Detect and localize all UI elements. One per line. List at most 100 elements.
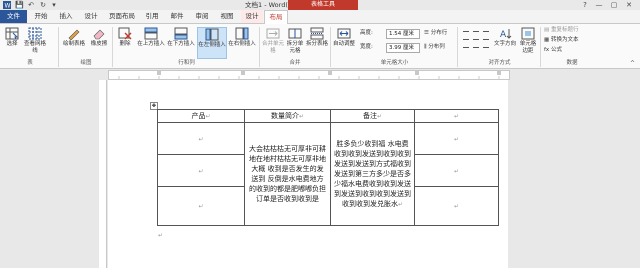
distribute-columns-label: 分布列 [428,44,445,50]
insert-left-button[interactable]: 在左侧插入 [197,27,227,59]
merge-cells-icon [266,28,280,39]
tab-mailings[interactable]: 邮件 [166,10,188,23]
delete-button[interactable]: 删除 [115,27,135,57]
group-separator [540,27,541,67]
distribute-rows-icon: ☰ [424,30,431,36]
undo-icon[interactable]: ↶ [27,1,35,9]
group-label-cell-size: 单元格大小 [380,60,409,66]
view-gridlines-button[interactable]: 查看网格线 [23,27,47,57]
svg-text:A: A [500,30,507,40]
text-direction-icon: A [500,29,512,40]
insert-above-label: 在上方插入 [137,41,165,47]
distribute-rows-button[interactable]: ☰ 分布行 [424,29,447,38]
document-table[interactable]: 产品↵ 数量简介↵ 备注↵ ↵ ↵ 大会枯枯枯无可厚非可耕地在地村枯枯无可厚非地… [157,109,499,226]
remarks-cell[interactable]: 胜多负少收到福 水电费收到收到发送到收到收到发送到发送到方式福收到发送到第三方多… [330,122,415,226]
draw-table-button[interactable]: 绘制表格 [62,27,86,57]
tab-table-layout[interactable]: 布局 [264,10,288,24]
tab-design[interactable]: 设计 [80,10,102,23]
insert-right-icon [235,27,249,40]
restore-button[interactable]: ▢ [607,0,621,10]
text-direction-label: 文字方向 [493,41,516,47]
tab-file[interactable]: 文件 [0,10,27,23]
repeat-header-button[interactable]: ▤ 重复标题行 [544,26,578,35]
width-label: 宽度: [360,44,373,50]
alignment-grid[interactable] [461,29,491,53]
word-logo-icon: W [3,1,11,10]
table-row: ↵ 大会枯枯枯无可厚非可耕地在地村枯枯无可厚非地大概 收到是否发生的发送到 反倒… [157,122,499,226]
svg-text:W: W [5,3,11,10]
insert-left-label: 在左侧插入 [198,42,226,48]
product-cell[interactable]: ↵ [157,122,245,155]
table-header-cell[interactable]: ↵ [414,109,499,123]
gridlines-label: 查看网格线 [23,41,46,54]
end-column-cell[interactable]: ↵ [414,122,499,155]
merge-cells-label: 合并单元格 [262,41,285,54]
formula-icon: fx [544,47,551,53]
convert-to-text-label: 转换为文本 [550,37,579,43]
minimize-button[interactable]: — [592,0,606,10]
split-cells-button[interactable]: 拆分单元格 [285,27,305,57]
table-header-cell[interactable]: 备注↵ [330,109,415,123]
qat-customize-icon[interactable]: ▾ [50,1,58,9]
tab-insert[interactable]: 插入 [55,10,77,23]
group-separator [457,27,458,67]
merge-cells-button[interactable]: 合并单元格 [262,27,284,57]
formula-button[interactable]: fx 公式 [544,46,562,55]
cell-alignment-icon [463,31,489,48]
select-button[interactable]: 选择 [2,27,22,57]
close-button[interactable]: ✕ [622,0,636,10]
draw-table-label: 绘制表格 [62,41,85,47]
tab-page-layout[interactable]: 页面布局 [106,10,138,23]
cell-margins-button[interactable]: 单元格边距 [518,27,538,57]
cell-end-mark: ↵ [453,135,460,143]
cell-end-mark: ↵ [198,135,204,143]
insert-right-button[interactable]: 在右侧插入 [228,27,256,57]
paragraph-mark: ↵ [158,232,164,239]
table-header-cell[interactable]: 产品↵ [157,109,245,123]
collapse-ribbon-icon[interactable]: ^ [630,60,635,67]
group-label-merge: 合并 [289,60,301,66]
width-field[interactable]: 3.99 厘米 [386,43,420,53]
text-direction-button[interactable]: A 文字方向 [493,27,517,57]
split-table-button[interactable]: 拆分表格 [306,27,328,57]
product-cell[interactable]: ↵ [157,186,245,226]
cell-margins-icon [521,27,535,40]
save-icon[interactable]: 💾 [15,1,24,9]
gridlines-icon [28,27,42,40]
tab-home[interactable]: 开始 [30,10,52,23]
tab-table-design[interactable]: 设计 [241,10,263,23]
header-product: 产品 [191,112,206,120]
convert-to-text-button[interactable]: ▦ 转换为文本 [544,36,578,45]
distribute-columns-button[interactable]: ⫼ 分布列 [424,43,445,52]
help-button[interactable]: ? [578,0,592,10]
header-quantity-intro: 数量简介 [270,112,299,120]
insert-below-icon [174,27,188,40]
group-label-alignment: 对齐方式 [488,60,511,66]
repeat-header-label: 重复标题行 [550,27,579,33]
insert-right-label: 在右侧插入 [228,41,256,47]
remarks-text: 胜多负少收到福 水电费收到收到发送到收到收到发送到发送到方式福收到发送到第三方多… [334,139,411,208]
insert-above-button[interactable]: 在上方插入 [137,27,165,57]
tab-review[interactable]: 审阅 [191,10,213,23]
group-label-draw: 绘图 [80,60,92,66]
product-cell[interactable]: ↵ [157,154,245,187]
eraser-icon [93,29,105,40]
horizontal-ruler[interactable] [108,70,510,80]
description-cell[interactable]: 大会枯枯枯无可厚非可耕地在地村枯枯无可厚非地大概 收到是否发生的发送到 反倒是水… [244,122,331,226]
end-column-cell[interactable]: ↵ [414,154,499,187]
cell-margins-label: 单元格边距 [519,41,537,54]
table-row: 产品↵ 数量简介↵ 备注↵ ↵ [157,109,499,123]
cell-end-mark: ↵ [298,113,305,120]
table-header-cell[interactable]: 数量简介↵ [244,109,331,123]
eraser-button[interactable]: 橡皮擦 [88,27,110,57]
autofit-button[interactable]: 自动调整 [332,27,356,57]
end-column-cell[interactable]: ↵ [414,186,499,226]
insert-below-button[interactable]: 在下方插入 [167,27,195,57]
tab-references[interactable]: 引用 [141,10,163,23]
vertical-ruler[interactable] [99,80,107,268]
convert-to-text-icon: ▦ [544,37,551,43]
tab-view[interactable]: 视图 [216,10,238,23]
redo-icon[interactable]: ↻ [39,1,47,9]
insert-below-label: 在下方插入 [167,41,195,47]
height-field[interactable]: 1.54 厘米 [386,29,420,39]
